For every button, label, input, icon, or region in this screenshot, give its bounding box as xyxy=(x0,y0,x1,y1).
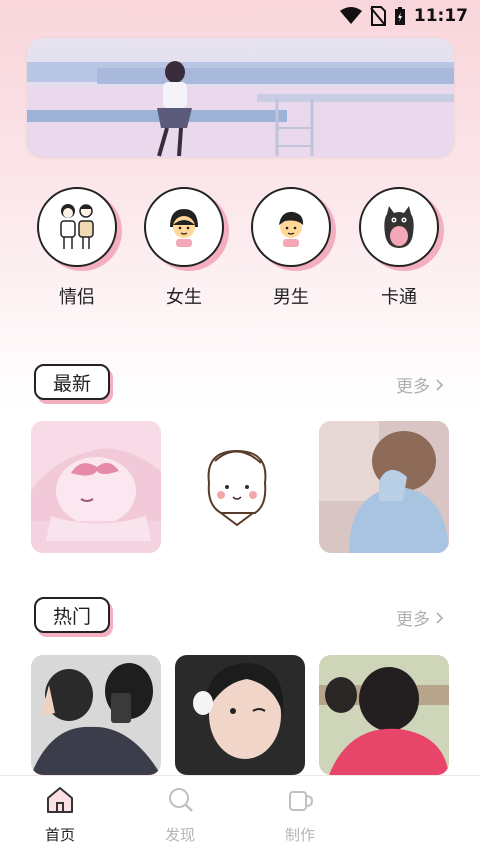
cup-icon xyxy=(289,791,314,811)
wifi-icon xyxy=(339,7,362,24)
nav-discover[interactable]: 发现 xyxy=(140,784,220,845)
nav-label: 发现 xyxy=(164,826,195,844)
more-label: 更多 xyxy=(396,377,430,397)
category-label: 情侣 xyxy=(59,287,95,308)
home-icon xyxy=(47,787,73,813)
hot-thumb-2[interactable] xyxy=(175,655,305,775)
status-time: 11:17 xyxy=(413,6,468,26)
more-label: 更多 xyxy=(396,610,430,630)
category-label: 男生 xyxy=(273,287,309,308)
couple-icon xyxy=(37,187,117,267)
latest-more-link[interactable]: 更多 xyxy=(396,372,444,397)
banner-image[interactable] xyxy=(27,38,454,157)
status-bar: 11:17 xyxy=(0,0,480,32)
hot-thumb-1[interactable] xyxy=(31,655,161,775)
section-title: 热门 xyxy=(34,597,110,633)
category-boy[interactable]: 男生 xyxy=(246,187,336,309)
no-sim-icon xyxy=(370,6,386,26)
hot-more-link[interactable]: 更多 xyxy=(396,605,444,630)
latest-thumb-1[interactable] xyxy=(31,421,161,553)
cartoon-cat-icon xyxy=(359,187,439,267)
bottom-nav: 首页 发现 制作 xyxy=(0,775,480,853)
category-cartoon[interactable]: 卡通 xyxy=(354,187,444,309)
category-girl[interactable]: 女生 xyxy=(139,187,229,309)
category-couple[interactable]: 情侣 xyxy=(32,187,122,309)
nav-label: 制作 xyxy=(284,826,315,844)
nav-label: 首页 xyxy=(44,826,75,844)
section-title: 最新 xyxy=(34,364,110,400)
chevron-right-icon xyxy=(436,378,444,391)
nav-create[interactable]: 制作 xyxy=(260,784,340,845)
girl-icon xyxy=(144,187,224,267)
discover-icon xyxy=(169,788,193,812)
nav-home[interactable]: 首页 xyxy=(20,784,100,845)
latest-thumb-2[interactable] xyxy=(175,421,305,553)
latest-thumb-3[interactable] xyxy=(319,421,449,553)
boy-icon xyxy=(251,187,331,267)
category-label: 卡通 xyxy=(381,287,417,308)
latest-section-header: 最新 更多 xyxy=(0,364,480,404)
hot-section-header: 热门 更多 xyxy=(0,597,480,637)
battery-charging-icon xyxy=(394,7,405,25)
chevron-right-icon xyxy=(436,611,444,624)
hot-thumb-3[interactable] xyxy=(319,655,449,775)
category-label: 女生 xyxy=(166,287,202,308)
category-row: 情侣 女生 男生 卡通 xyxy=(0,187,480,317)
